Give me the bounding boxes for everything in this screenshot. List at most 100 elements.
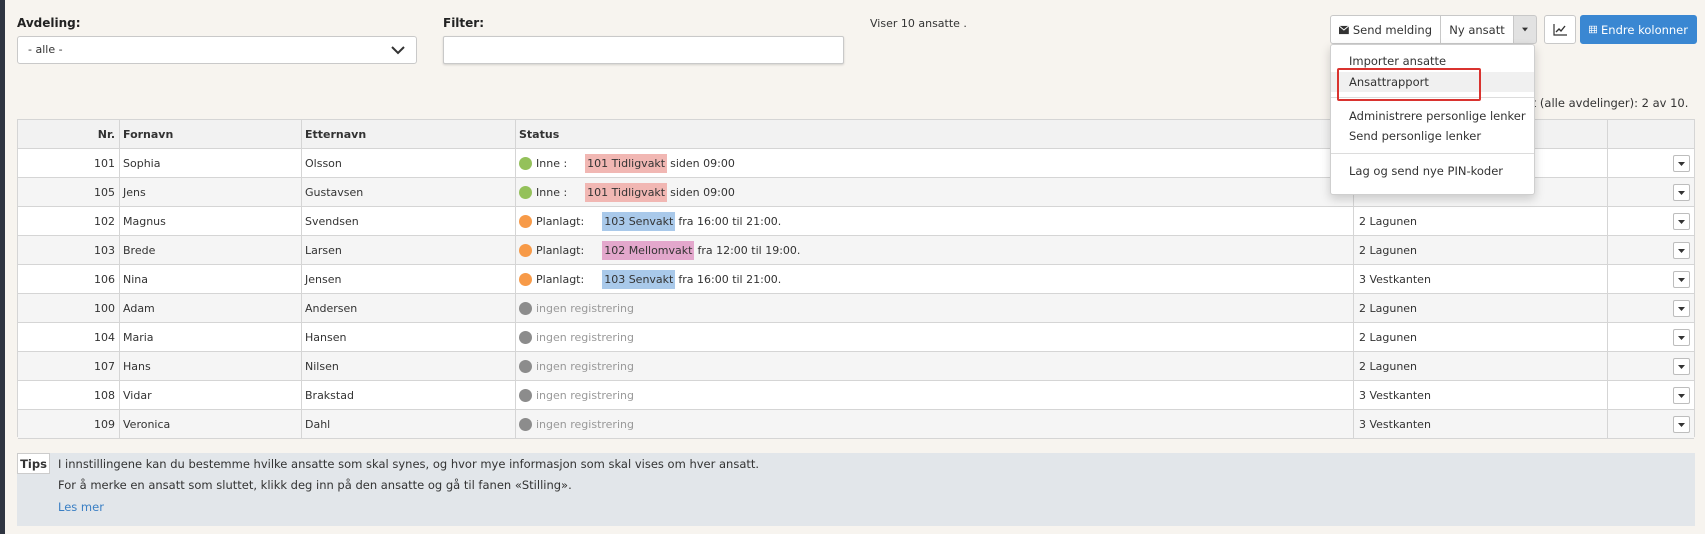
status-time: fra 12:00 til 19:00. — [697, 244, 801, 257]
new-employee-button[interactable]: Ny ansatt — [1440, 15, 1514, 44]
row-menu-button[interactable] — [1673, 358, 1690, 375]
caret-down-icon — [1678, 277, 1685, 282]
envelope-icon — [1339, 25, 1349, 34]
cell-department: 2 Lagunen — [1354, 207, 1608, 236]
table-icon — [1589, 25, 1598, 34]
cell-fornavn: Jens — [120, 178, 302, 207]
row-menu-button[interactable] — [1673, 387, 1690, 404]
cell-actions — [1608, 323, 1694, 352]
cell-status: Inne : 101 Tidligvakt siden 09:00 — [516, 178, 1354, 207]
cell-department: 3 Vestkanten — [1354, 381, 1608, 410]
row-menu-button[interactable] — [1673, 213, 1690, 230]
cell-fornavn: Nina — [120, 265, 302, 294]
shift-tag: 101 Tidligvakt — [585, 183, 668, 202]
status-label: ingen registrering — [536, 331, 634, 344]
menu-item-manage-links[interactable]: Administrere personlige lenker — [1331, 106, 1534, 126]
read-more-link[interactable]: Les mer — [58, 500, 104, 514]
table-row[interactable]: 109 Veronica Dahl ingen registrering 3 Vestk… — [18, 410, 1694, 439]
cell-actions — [1608, 178, 1694, 207]
header-etternavn[interactable]: Etternavn — [302, 120, 516, 149]
status-label: ingen registrering — [536, 389, 634, 402]
status-dot-icon — [519, 157, 532, 170]
shift-tag: 101 Tidligvakt — [585, 154, 668, 173]
cell-actions — [1608, 149, 1694, 178]
status-dot-icon — [519, 302, 532, 315]
new-employee-dropdown-toggle[interactable] — [1513, 15, 1537, 44]
cell-fornavn: Hans — [120, 352, 302, 381]
cell-status: ingen registrering — [516, 323, 1354, 352]
left-rail — [0, 0, 5, 534]
cell-etternavn: Hansen — [302, 323, 516, 352]
header-status[interactable]: Status — [516, 120, 1354, 149]
row-menu-button[interactable] — [1673, 416, 1690, 433]
header-fornavn[interactable]: Fornavn — [120, 120, 302, 149]
table-row[interactable]: 108 Vidar Brakstad ingen registrering 3 Vest… — [18, 381, 1694, 410]
table-row[interactable]: 107 Hans Nilsen ingen registrering 2 Lagunen — [18, 352, 1694, 381]
cell-department: 2 Lagunen — [1354, 294, 1608, 323]
cell-etternavn: Dahl — [302, 410, 516, 439]
cell-etternavn: Svendsen — [302, 207, 516, 236]
cell-etternavn: Larsen — [302, 236, 516, 265]
cell-etternavn: Olsson — [302, 149, 516, 178]
status-time: siden 09:00 — [670, 186, 735, 199]
cell-etternavn: Brakstad — [302, 381, 516, 410]
row-menu-button[interactable] — [1673, 271, 1690, 288]
table-row[interactable]: 104 Maria Hansen ingen registrering 2 Lagune… — [18, 323, 1694, 352]
employee-count-text: Viser 10 ansatte . — [870, 17, 967, 30]
table-row[interactable]: 102 Magnus Svendsen Planlagt: 103 Senvakt fra… — [18, 207, 1694, 236]
table-row[interactable]: 103 Brede Larsen Planlagt: 102 Mellomvakt fra… — [18, 236, 1694, 265]
send-message-button[interactable]: Send melding — [1330, 15, 1441, 44]
menu-item-send-links[interactable]: Send personlige lenker — [1331, 126, 1534, 146]
cell-nr: 105 — [18, 178, 120, 207]
cell-status: Planlagt: 103 Senvakt fra 16:00 til 21:00. — [516, 207, 1354, 236]
cell-etternavn: Andersen — [302, 294, 516, 323]
caret-down-icon — [1678, 335, 1685, 340]
filter-input[interactable] — [443, 36, 844, 64]
row-menu-button[interactable] — [1673, 300, 1690, 317]
shift-tag: 103 Senvakt — [602, 212, 676, 231]
row-menu-button[interactable] — [1673, 155, 1690, 172]
row-menu-button[interactable] — [1673, 329, 1690, 346]
filter-label: Filter: — [443, 16, 485, 30]
send-message-label: Send melding — [1352, 22, 1432, 37]
cell-status: ingen registrering — [516, 294, 1354, 323]
cell-fornavn: Magnus — [120, 207, 302, 236]
status-label: ingen registrering — [536, 418, 634, 431]
table-row[interactable]: 106 Nina Jensen Planlagt: 103 Senvakt fra 16:… — [18, 265, 1694, 294]
cell-nr: 103 — [18, 236, 120, 265]
highlight-annotation-box — [1337, 68, 1481, 101]
caret-down-icon — [1678, 364, 1685, 369]
status-label: Inne : — [536, 186, 568, 199]
status-dot-icon — [519, 215, 532, 228]
status-dot-icon — [519, 186, 532, 199]
cell-nr: 101 — [18, 149, 120, 178]
tips-line-1: I innstillingene kan du bestemme hvilke … — [58, 457, 760, 471]
chart-button[interactable] — [1544, 15, 1576, 44]
cell-actions — [1608, 207, 1694, 236]
cell-etternavn: Gustavsen — [302, 178, 516, 207]
caret-down-icon — [1678, 393, 1685, 398]
cell-status: ingen registrering — [516, 410, 1354, 439]
status-dot-icon — [519, 331, 532, 344]
status-dot-icon — [519, 244, 532, 257]
cell-department: 2 Lagunen — [1354, 323, 1608, 352]
tips-badge: Tips — [17, 453, 50, 474]
table-row[interactable]: 100 Adam Andersen ingen registrering 2 Lagun… — [18, 294, 1694, 323]
avdeling-select[interactable]: - alle - — [17, 36, 417, 64]
caret-down-icon — [1678, 190, 1685, 195]
status-dot-icon — [519, 273, 532, 286]
caret-down-icon — [1678, 422, 1685, 427]
row-menu-button[interactable] — [1673, 184, 1690, 201]
cell-department: 2 Lagunen — [1354, 352, 1608, 381]
status-dot-icon — [519, 360, 532, 373]
shift-tag: 102 Mellomvakt — [602, 241, 695, 260]
row-menu-button[interactable] — [1673, 242, 1690, 259]
change-columns-button[interactable]: Endre kolonner — [1580, 15, 1697, 44]
cell-fornavn: Veronica — [120, 410, 302, 439]
cell-actions — [1608, 265, 1694, 294]
cell-actions — [1608, 236, 1694, 265]
header-nr[interactable]: Nr. — [18, 120, 120, 149]
menu-item-pin-codes[interactable]: Lag og send nye PIN-koder — [1331, 161, 1534, 181]
cell-nr: 109 — [18, 410, 120, 439]
chevron-down-icon — [391, 46, 405, 55]
